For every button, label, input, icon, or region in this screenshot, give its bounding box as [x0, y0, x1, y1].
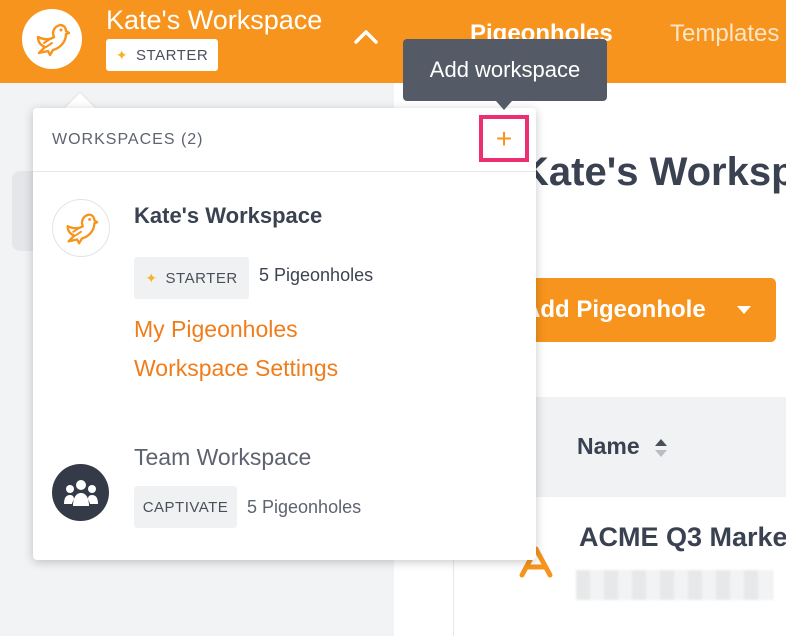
workspace-name[interactable]: Kate's Workspace: [134, 203, 322, 229]
workspaces-heading: WORKSPACES (2): [52, 131, 204, 148]
add-workspace-tooltip: Add workspace: [403, 39, 607, 101]
top-bar: Kate's Workspace ✦ STARTER Pigeonholes T…: [0, 0, 786, 83]
tooltip-arrow: [496, 101, 512, 110]
team-avatar-icon[interactable]: [52, 464, 109, 521]
pigeonhole-count: 5 Pigeonholes: [247, 497, 362, 517]
my-pigeonholes-link[interactable]: My Pigeonholes: [134, 316, 298, 343]
plan-badge-label: STARTER: [136, 46, 209, 64]
page-title: Kate's Workspace: [520, 150, 786, 194]
plan-badge-label: STARTER: [165, 269, 238, 287]
sparkle-icon: ✦: [115, 46, 129, 63]
plan-badge-label: CAPTIVATE: [142, 498, 229, 516]
table-row-title[interactable]: ACME Q3 Marke: [579, 522, 786, 553]
chevron-up-icon[interactable]: [352, 26, 380, 48]
add-pigeonhole-button[interactable]: Add Pigeonhole: [505, 278, 776, 342]
bird-logo-icon[interactable]: [22, 9, 82, 69]
plan-badge: ✦ STARTER: [106, 39, 218, 71]
column-header-name[interactable]: Name: [577, 433, 640, 460]
pigeonhole-count: 5 Pigeonholes: [259, 265, 374, 285]
dropdown-arrow: [64, 93, 96, 109]
workspace-settings-link[interactable]: Workspace Settings: [134, 355, 338, 382]
add-pigeonhole-label: Add Pigeonhole: [523, 296, 706, 323]
plan-badge: CAPTIVATE: [134, 486, 237, 528]
workspace-name[interactable]: Team Workspace: [134, 444, 311, 471]
workspace-title[interactable]: Kate's Workspace: [106, 5, 322, 36]
tab-templates[interactable]: Templates: [670, 20, 779, 48]
sort-icon[interactable]: [654, 437, 668, 459]
add-workspace-button[interactable]: +: [479, 115, 529, 162]
blurred-row-text: [576, 570, 773, 600]
plan-badge: ✦ STARTER: [134, 257, 249, 299]
bird-avatar-icon[interactable]: [52, 199, 110, 257]
caret-down-icon[interactable]: [737, 306, 751, 314]
sparkle-icon: ✦: [145, 269, 158, 286]
